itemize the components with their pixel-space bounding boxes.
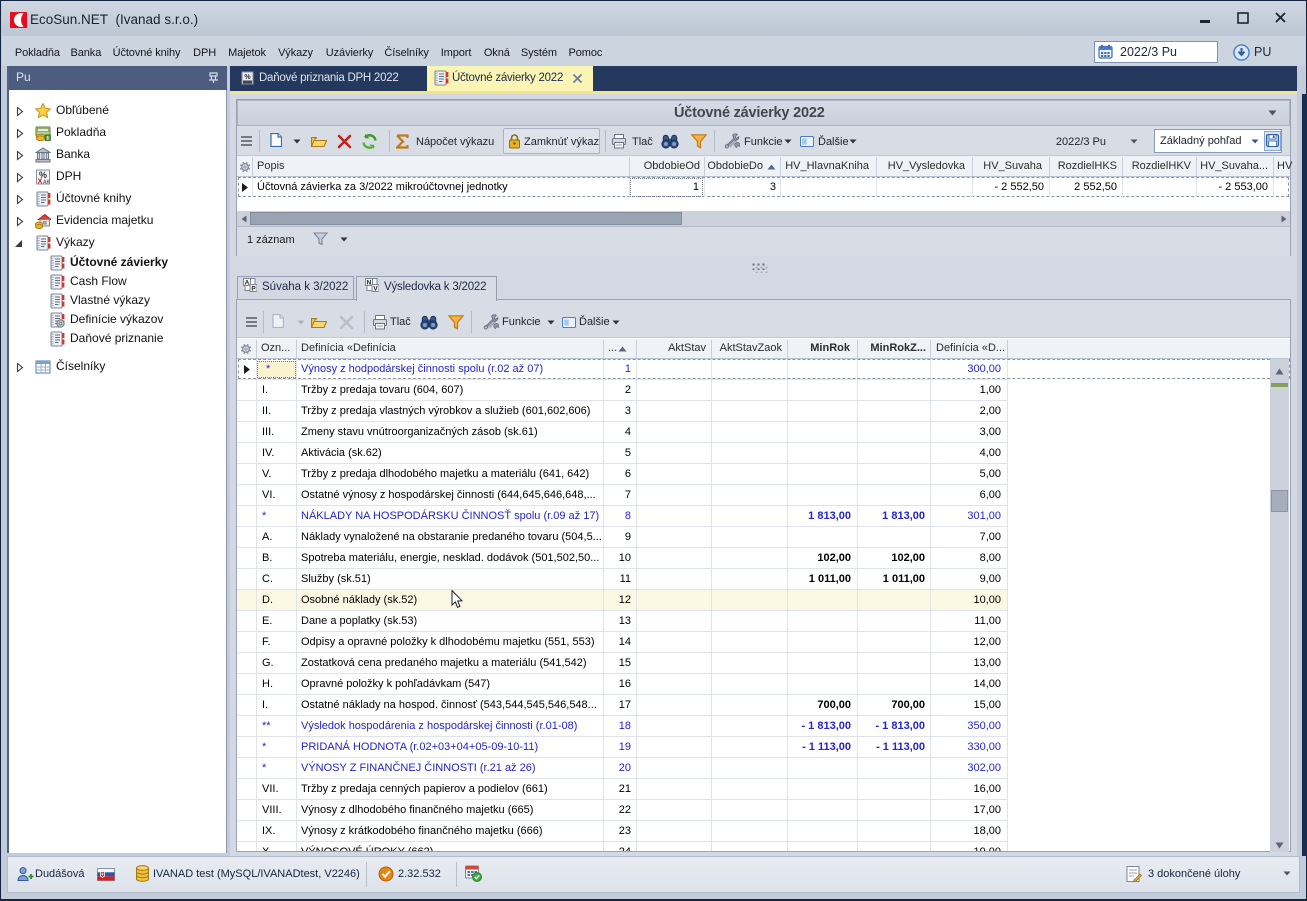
svg-text:%: % [244, 74, 251, 81]
svg-text:P: P [251, 286, 256, 293]
svg-text:X: X [38, 179, 43, 186]
svg-text:AK: AK [43, 180, 50, 186]
svg-text:V: V [373, 286, 378, 293]
svg-text:A: A [245, 280, 250, 287]
svg-text:N: N [367, 280, 372, 287]
